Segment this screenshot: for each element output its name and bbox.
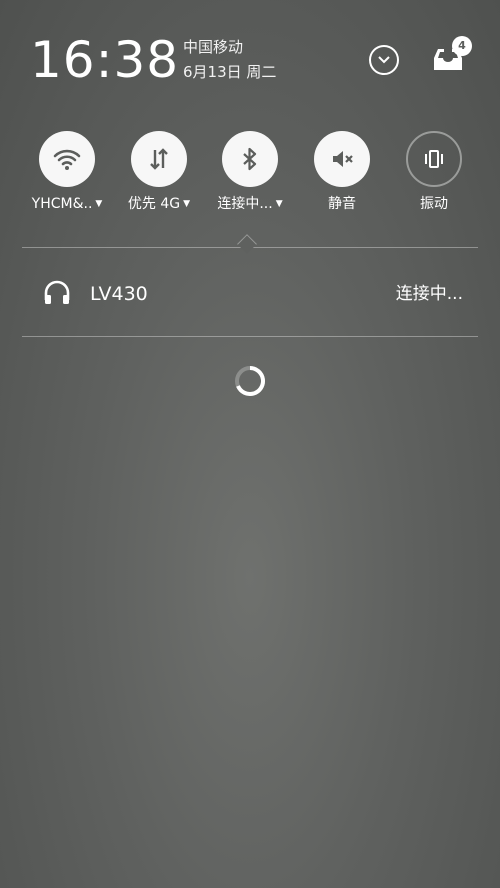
wifi-dropdown-caret-icon[interactable]: ▼ xyxy=(95,199,102,209)
mobile-data-label[interactable]: 优先 4G ▼ xyxy=(113,194,205,214)
wifi-toggle[interactable]: YHCM&.. ▼ xyxy=(21,130,113,220)
notification-count-badge: 4 xyxy=(452,36,472,56)
bluetooth-toggle-circle[interactable] xyxy=(222,131,278,187)
notification-center-button[interactable]: 4 xyxy=(432,36,472,76)
device-name: LV430 xyxy=(90,283,148,305)
headphones-icon xyxy=(44,280,70,304)
mobile-data-icon xyxy=(150,148,168,170)
device-connection-status: 连接中... xyxy=(395,284,463,304)
expand-toggles-button[interactable] xyxy=(369,45,399,75)
bluetooth-device-row[interactable]: LV430 连接中... xyxy=(0,270,500,318)
panel-divider-bottom xyxy=(22,336,478,337)
status-header: 16:38 中国移动 6月13日 周二 4 xyxy=(0,0,500,110)
carrier-name: 中国移动 xyxy=(183,38,244,56)
wifi-label[interactable]: YHCM&.. ▼ xyxy=(21,194,113,214)
mute-icon xyxy=(333,151,353,167)
quick-settings-row: YHCM&.. ▼ 优先 4G ▼ 连接中... ▼ 静音 振动 xyxy=(0,130,500,220)
bluetooth-dropdown-caret-icon[interactable]: ▼ xyxy=(276,199,283,209)
wifi-toggle-circle[interactable] xyxy=(39,131,95,187)
bluetooth-toggle[interactable]: 连接中... ▼ xyxy=(204,130,296,220)
mobile-data-toggle-circle[interactable] xyxy=(131,131,187,187)
bluetooth-icon xyxy=(243,147,257,171)
vibrate-icon xyxy=(425,150,443,168)
mute-toggle-circle[interactable] xyxy=(314,131,370,187)
mobile-data-label-text: 优先 4G xyxy=(127,196,181,212)
mute-label[interactable]: 静音 xyxy=(296,194,388,214)
panel-pointer-arrow xyxy=(237,234,257,254)
wifi-label-text: YHCM&.. xyxy=(31,196,93,212)
mobile-data-dropdown-caret-icon[interactable]: ▼ xyxy=(183,199,190,209)
vibrate-label[interactable]: 振动 xyxy=(388,194,480,214)
vibrate-toggle[interactable]: 振动 xyxy=(388,130,480,220)
wifi-icon xyxy=(53,149,81,170)
chevron-down-icon xyxy=(378,56,390,64)
date-label[interactable]: 6月13日 周二 xyxy=(183,62,276,82)
mute-toggle[interactable]: 静音 xyxy=(296,130,388,220)
bluetooth-label-text: 连接中... xyxy=(217,196,273,212)
clock[interactable]: 16:38 xyxy=(30,30,179,90)
mobile-data-toggle[interactable]: 优先 4G ▼ xyxy=(113,130,205,220)
loading-spinner-icon xyxy=(235,366,265,396)
bluetooth-label[interactable]: 连接中... ▼ xyxy=(204,194,296,214)
vibrate-toggle-circle[interactable] xyxy=(406,131,462,187)
